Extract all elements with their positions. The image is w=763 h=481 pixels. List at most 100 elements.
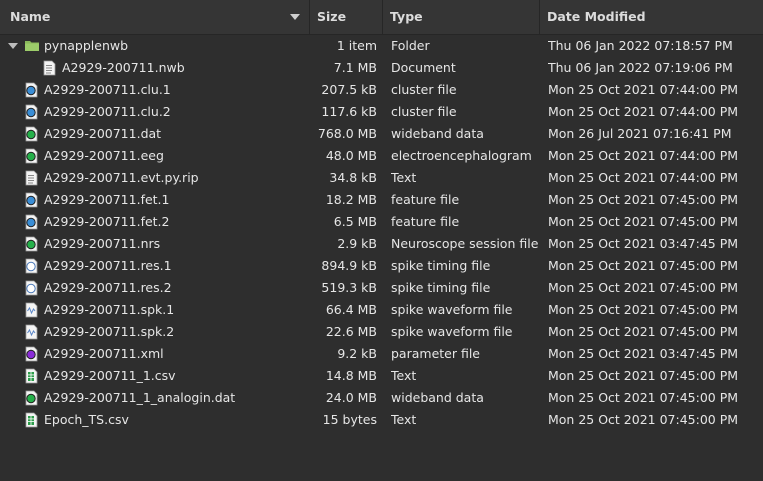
- file-size: 48.0 MB: [325, 148, 377, 163]
- file-name-cell: A2929-200711.clu.1: [0, 79, 310, 101]
- file-name-cell: A2929-200711_1_analogin.dat: [0, 387, 310, 409]
- column-header-type-label: Type: [390, 9, 423, 24]
- file-row[interactable]: A2929-200711.xml 9.2 kB parameter file Mon …: [0, 343, 763, 365]
- file-date-modified: Mon 25 Oct 2021 07:45:00 PM: [548, 258, 739, 273]
- file-type: Folder: [391, 38, 430, 53]
- file-name: A2929-200711.res.1: [44, 258, 172, 273]
- file-type: spike waveform file: [391, 302, 513, 317]
- file-size: 34.8 kB: [329, 170, 377, 185]
- file-name: A2929-200711.fet.2: [44, 214, 170, 229]
- file-name-cell: A2929-200711.clu.2: [0, 101, 310, 123]
- file-row[interactable]: A2929-200711.res.2 519.3 kB spike timing f…: [0, 277, 763, 299]
- spike-timing-icon: [24, 280, 38, 296]
- spike-waveform-icon: [24, 302, 38, 318]
- file-date-modified: Mon 25 Oct 2021 03:47:45 PM: [548, 236, 739, 251]
- file-size: 9.2 kB: [337, 346, 377, 361]
- file-name-cell: A2929-200711.fet.1: [0, 189, 310, 211]
- file-rows: pynapplenwb 1 item Folder Thu 06 Jan 2022 0…: [0, 35, 763, 431]
- file-size: 117.6 kB: [321, 104, 377, 119]
- sort-descending-icon: [290, 14, 300, 20]
- file-date-modified: Mon 25 Oct 2021 07:44:00 PM: [548, 104, 739, 119]
- file-name: A2929-200711.evt.py.rip: [44, 170, 199, 185]
- csv-file-icon: [24, 412, 38, 428]
- file-type: spike timing file: [391, 258, 491, 273]
- file-name-cell: Epoch_TS.csv: [0, 409, 310, 431]
- session-file-icon: [24, 236, 38, 252]
- file-size: 207.5 kB: [321, 82, 377, 97]
- file-size: 1 item: [336, 38, 377, 53]
- file-type: electroencephalogram: [391, 148, 532, 163]
- wideband-data-icon: [24, 126, 38, 142]
- file-name-cell: A2929-200711.spk.2: [0, 321, 310, 343]
- file-name-cell: A2929-200711.nwb: [0, 57, 310, 79]
- file-row[interactable]: A2929-200711.nrs 2.9 kB Neuroscope session…: [0, 233, 763, 255]
- file-type: wideband data: [391, 390, 484, 405]
- file-row[interactable]: pynapplenwb 1 item Folder Thu 06 Jan 2022 0…: [0, 35, 763, 57]
- file-type: spike waveform file: [391, 324, 513, 339]
- column-header-bar: Name Size Type Date Modified: [0, 0, 763, 35]
- cluster-file-icon: [24, 82, 38, 98]
- cluster-file-icon: [24, 104, 38, 120]
- file-name: A2929-200711.clu.1: [44, 82, 171, 97]
- file-size: 7.1 MB: [333, 60, 377, 75]
- column-header-name[interactable]: Name: [0, 0, 310, 34]
- file-name: A2929-200711.fet.1: [44, 192, 170, 207]
- file-name: A2929-200711.spk.2: [44, 324, 175, 339]
- file-type: wideband data: [391, 126, 484, 141]
- file-name-cell: A2929-200711.spk.1: [0, 299, 310, 321]
- file-name: A2929-200711.res.2: [44, 280, 172, 295]
- file-type: spike timing file: [391, 280, 491, 295]
- file-name: A2929-200711.clu.2: [44, 104, 171, 119]
- file-name-cell: pynapplenwb: [0, 35, 310, 57]
- file-date-modified: Mon 25 Oct 2021 07:45:00 PM: [548, 368, 739, 383]
- file-row[interactable]: Epoch_TS.csv 15 bytes Text Mon 25 Oct 2021 …: [0, 409, 763, 431]
- file-date-modified: Mon 25 Oct 2021 03:47:45 PM: [548, 346, 739, 361]
- column-header-size[interactable]: Size: [310, 0, 383, 34]
- expand-collapse-icon[interactable]: [8, 43, 18, 49]
- file-row[interactable]: A2929-200711.nwb 7.1 MB Document Thu 06 Jan…: [0, 57, 763, 79]
- parameter-file-icon: [24, 346, 38, 362]
- column-header-type[interactable]: Type: [383, 0, 540, 34]
- file-row[interactable]: A2929-200711.res.1 894.9 kB spike timing f…: [0, 255, 763, 277]
- file-size: 22.6 MB: [325, 324, 377, 339]
- file-row[interactable]: A2929-200711.fet.2 6.5 MB feature file Mon …: [0, 211, 763, 233]
- file-row[interactable]: A2929-200711.spk.1 66.4 MB spike waveform …: [0, 299, 763, 321]
- file-list-view: Name Size Type Date Modified pynapplenwb…: [0, 0, 763, 481]
- file-type: cluster file: [391, 104, 457, 119]
- file-date-modified: Mon 25 Oct 2021 07:45:00 PM: [548, 192, 739, 207]
- file-name: A2929-200711.eeg: [44, 148, 164, 163]
- file-date-modified: Thu 06 Jan 2022 07:19:06 PM: [548, 60, 733, 75]
- file-name-cell: A2929-200711.nrs: [0, 233, 310, 255]
- file-size: 2.9 kB: [337, 236, 377, 251]
- file-date-modified: Mon 25 Oct 2021 07:44:00 PM: [548, 170, 739, 185]
- column-header-date-label: Date Modified: [547, 9, 646, 24]
- file-row[interactable]: A2929-200711.clu.1 207.5 kB cluster file Mo…: [0, 79, 763, 101]
- file-date-modified: Mon 25 Oct 2021 07:45:00 PM: [548, 390, 739, 405]
- file-row[interactable]: A2929-200711.clu.2 117.6 kB cluster file Mo…: [0, 101, 763, 123]
- file-date-modified: Mon 25 Oct 2021 07:44:00 PM: [548, 82, 739, 97]
- file-date-modified: Mon 25 Oct 2021 07:45:00 PM: [548, 214, 739, 229]
- file-name-cell: A2929-200711.fet.2: [0, 211, 310, 233]
- file-row[interactable]: A2929-200711_1_analogin.dat 24.0 MB wideba…: [0, 387, 763, 409]
- file-row[interactable]: A2929-200711.fet.1 18.2 MB feature file Mon…: [0, 189, 763, 211]
- file-row[interactable]: A2929-200711.eeg 48.0 MB electroencephalog…: [0, 145, 763, 167]
- file-date-modified: Mon 26 Jul 2021 07:16:41 PM: [548, 126, 732, 141]
- file-type: Text: [391, 170, 417, 185]
- feature-file-icon: [24, 214, 38, 230]
- file-name: A2929-200711.spk.1: [44, 302, 175, 317]
- file-row[interactable]: A2929-200711_1.csv 14.8 MB Text Mon 25 Oct …: [0, 365, 763, 387]
- file-size: 18.2 MB: [325, 192, 377, 207]
- file-type: Text: [391, 412, 417, 427]
- column-header-date-modified[interactable]: Date Modified: [540, 0, 763, 34]
- file-size: 894.9 kB: [321, 258, 377, 273]
- file-date-modified: Mon 25 Oct 2021 07:45:00 PM: [548, 412, 739, 427]
- file-name-cell: A2929-200711.res.1: [0, 255, 310, 277]
- file-name: A2929-200711_1.csv: [44, 368, 176, 383]
- file-name: A2929-200711.nwb: [62, 60, 185, 75]
- file-size: 768.0 MB: [317, 126, 377, 141]
- file-name-cell: A2929-200711.evt.py.rip: [0, 167, 310, 189]
- file-type: cluster file: [391, 82, 457, 97]
- file-row[interactable]: A2929-200711.evt.py.rip 34.8 kB Text Mon 25…: [0, 167, 763, 189]
- file-row[interactable]: A2929-200711.dat 768.0 MB wideband data Mon…: [0, 123, 763, 145]
- file-row[interactable]: A2929-200711.spk.2 22.6 MB spike waveform …: [0, 321, 763, 343]
